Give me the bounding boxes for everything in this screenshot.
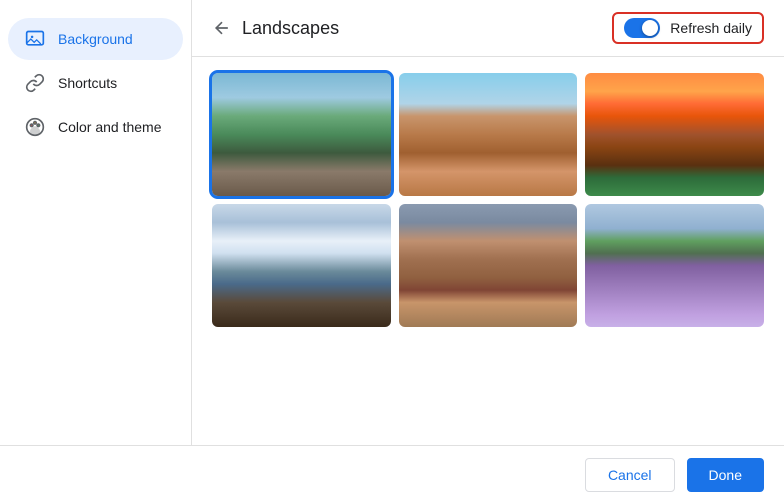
link-icon: [24, 72, 46, 94]
sidebar-item-label-color-theme: Color and theme: [58, 119, 162, 135]
palette-icon: [24, 116, 46, 138]
landscape-image-red-arch[interactable]: [399, 73, 578, 196]
image-icon: [24, 28, 46, 50]
back-button[interactable]: [212, 18, 232, 38]
dialog: Background Shortcuts: [0, 0, 784, 504]
sidebar-item-shortcuts[interactable]: Shortcuts: [8, 62, 183, 104]
dialog-footer: Cancel Done: [0, 445, 784, 504]
landscape-image-canyon-sunset[interactable]: [585, 73, 764, 196]
image-grid-container[interactable]: [192, 57, 784, 445]
landscape-image-rocky-river[interactable]: [212, 73, 391, 196]
sidebar-item-label-shortcuts: Shortcuts: [58, 75, 117, 91]
content-header: Landscapes Refresh daily: [192, 0, 784, 57]
sidebar-item-label-background: Background: [58, 31, 133, 47]
sidebar-item-color-theme[interactable]: Color and theme: [8, 106, 183, 148]
image-grid: [212, 73, 764, 327]
sidebar: Background Shortcuts: [0, 0, 192, 445]
landscape-image-lavender-tree[interactable]: [585, 204, 764, 327]
landscape-image-snowy-mountain[interactable]: [212, 204, 391, 327]
sidebar-item-background[interactable]: Background: [8, 18, 183, 60]
cancel-button[interactable]: Cancel: [585, 458, 675, 492]
dialog-body: Background Shortcuts: [0, 0, 784, 445]
refresh-daily-label: Refresh daily: [670, 20, 752, 36]
done-button[interactable]: Done: [687, 458, 764, 492]
main-content: Landscapes Refresh daily: [192, 0, 784, 445]
header-left: Landscapes: [212, 18, 339, 39]
page-title: Landscapes: [242, 18, 339, 39]
refresh-toggle-area[interactable]: Refresh daily: [612, 12, 764, 44]
landscape-image-brown-mesa[interactable]: [399, 204, 578, 327]
refresh-daily-toggle[interactable]: [624, 18, 660, 38]
